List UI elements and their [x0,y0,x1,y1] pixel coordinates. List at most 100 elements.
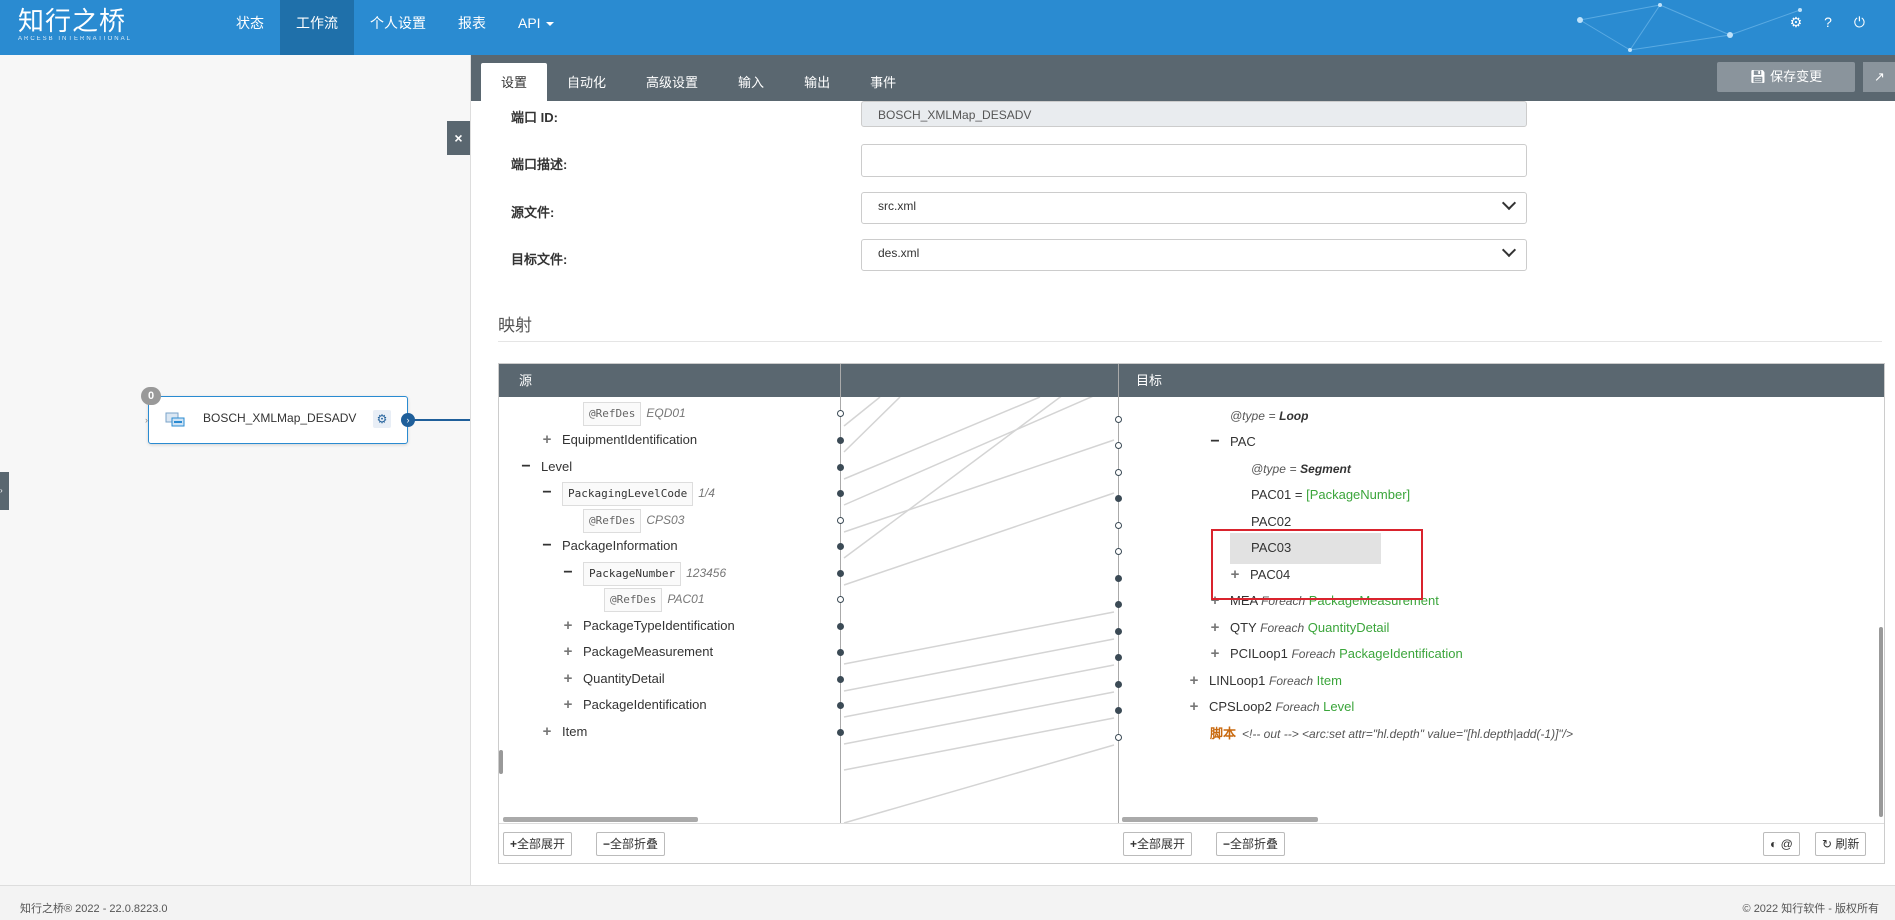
refresh-button[interactable]: ↻ 刷新 [1815,832,1867,856]
collapse-icon[interactable]: − [542,534,552,558]
collapse-icon[interactable]: − [521,455,531,479]
source-file-select[interactable]: src.xml [861,192,1527,224]
source-port[interactable] [837,596,844,603]
expand-icon[interactable]: + [1210,642,1220,666]
source-header-label: 源 [519,373,533,388]
target-vscrollbar[interactable] [1879,627,1883,817]
target-attr-name: @type [1230,409,1265,423]
target-row[interactable]: @type = Segment [1251,457,1351,481]
source-port[interactable] [837,729,844,736]
expand-icon[interactable]: + [1189,669,1199,693]
connector-header [840,364,1118,397]
target-hscrollbar[interactable] [1122,817,1318,822]
workflow-canvas[interactable]: 0 › BOSCH_XMLMap_DESADV ⚙ › × › [0,55,470,885]
expand-icon[interactable]: + [542,720,552,744]
target-node-name: PAC02 [1251,514,1292,529]
collapse-icon[interactable]: − [1210,430,1220,454]
source-port[interactable] [837,570,844,577]
port-desc-textarea[interactable] [861,144,1527,177]
source-row[interactable]: + PackageTypeIdentification [563,614,735,638]
target-file-label: 目标文件: [511,252,568,267]
source-row[interactable]: − PackageInformation [542,534,677,558]
source-row[interactable]: − Level [521,455,572,479]
nav-reports[interactable]: 报表 [442,0,502,55]
chevron-down-icon [545,22,554,27]
target-row[interactable]: @type = Loop [1230,404,1308,428]
source-row[interactable]: @RefDes PAC01 [604,587,705,612]
expand-icon[interactable]: + [563,693,573,717]
target-row[interactable]: + QTY Foreach QuantityDetail [1210,616,1390,640]
mapper-footer: +全部展开 −全部折叠 +全部展开 −全部折叠 ◐ @ ↻ 刷新 [499,823,1884,863]
annotation-highlight-box [1211,529,1423,600]
source-row[interactable]: @RefDes EQD01 [583,401,686,426]
target-row[interactable]: + LINLoop1 Foreach Item [1189,669,1342,693]
expand-icon[interactable]: + [563,667,573,691]
tab-advanced[interactable]: 高级设置 [626,63,718,101]
target-operator: = [1268,409,1276,423]
source-port[interactable] [837,490,844,497]
source-port[interactable] [837,410,844,417]
source-hscrollbar[interactable] [503,817,698,822]
expand-icon[interactable]: + [542,428,552,452]
node-settings-button[interactable]: ⚙ [373,410,391,428]
toggle-attributes-button[interactable]: ◐ @ [1763,832,1800,856]
target-row[interactable]: + CPSLoop2 Foreach Level [1189,695,1355,719]
source-port[interactable] [837,676,844,683]
target-expand-all-button[interactable]: +全部展开 [1123,832,1193,856]
nav-personal-settings[interactable]: 个人设置 [354,0,442,55]
source-port[interactable] [837,464,844,471]
source-row[interactable]: + QuantityDetail [563,667,665,691]
source-row[interactable]: + EquipmentIdentification [542,428,698,452]
source-collapse-all-button[interactable]: −全部折叠 [596,832,666,856]
save-icon: 💾︎ [1749,69,1767,84]
power-icon[interactable]: ⏻ [1854,14,1865,31]
source-vscrollbar[interactable] [499,750,503,774]
tab-input[interactable]: 输入 [718,63,784,101]
source-expand-all-button[interactable]: +全部展开 [503,832,573,856]
source-row[interactable]: − PackageNumber 123456 [563,561,726,586]
help-icon[interactable]: ? [1824,14,1832,31]
collapse-icon[interactable]: − [563,561,573,585]
tab-automation[interactable]: 自动化 [547,63,626,101]
expand-icon[interactable]: + [1189,695,1199,719]
source-port[interactable] [837,623,844,630]
source-port[interactable] [837,437,844,444]
expand-icon[interactable]: + [563,640,573,664]
source-port[interactable] [837,702,844,709]
source-port[interactable] [837,517,844,524]
port-id-field[interactable]: BOSCH_XMLMap_DESADV [861,101,1527,127]
target-file-select[interactable]: des.xml [861,239,1527,271]
source-port[interactable] [837,649,844,656]
brand-logo[interactable]: 知行之桥 ARCESB INTERNATIONAL [18,8,132,42]
tab-settings[interactable]: 设置 [481,63,548,101]
sidebar-toggle-button[interactable]: › [0,472,9,510]
collapse-icon[interactable]: − [542,481,552,505]
target-row[interactable]: − PAC [1210,430,1255,454]
tab-events[interactable]: 事件 [850,63,916,101]
target-collapse-all-button[interactable]: −全部折叠 [1216,832,1286,856]
close-panel-button[interactable]: × [447,121,470,155]
node-output-port[interactable]: › [401,413,415,427]
nav-workflow[interactable]: 工作流 [280,0,354,55]
expand-icon[interactable]: + [563,614,573,638]
source-row[interactable]: @RefDes CPS03 [583,508,684,533]
open-external-button[interactable]: ↗ [1863,62,1895,92]
source-port[interactable] [837,543,844,550]
target-attr-value: Segment [1300,462,1351,476]
source-row[interactable]: + PackageMeasurement [563,640,713,664]
workflow-node[interactable]: 0 › BOSCH_XMLMap_DESADV ⚙ › [141,387,415,444]
source-row[interactable]: − PackagingLevelCode 1/4 [542,481,715,506]
expand-icon[interactable]: + [1210,616,1220,640]
tab-output[interactable]: 输出 [784,63,850,101]
target-expand-all-label: 全部展开 [1137,837,1186,851]
source-row[interactable]: + Item [542,720,588,744]
source-row[interactable]: + PackageIdentification [563,693,707,717]
nav-api[interactable]: API [502,0,570,55]
target-operator: = [1294,487,1303,502]
target-row[interactable]: PAC01 = [PackageNumber] [1251,483,1410,507]
target-row[interactable]: 脚本 <!-- out --> <arc:set attr="hl.depth" … [1210,722,1573,746]
gear-icon[interactable]: ⚙ [1790,14,1803,31]
nav-status[interactable]: 状态 [220,0,280,55]
save-button[interactable]: 💾︎ 保存变更 [1717,62,1855,92]
target-row[interactable]: + PCILoop1 Foreach PackageIdentification [1210,642,1463,666]
